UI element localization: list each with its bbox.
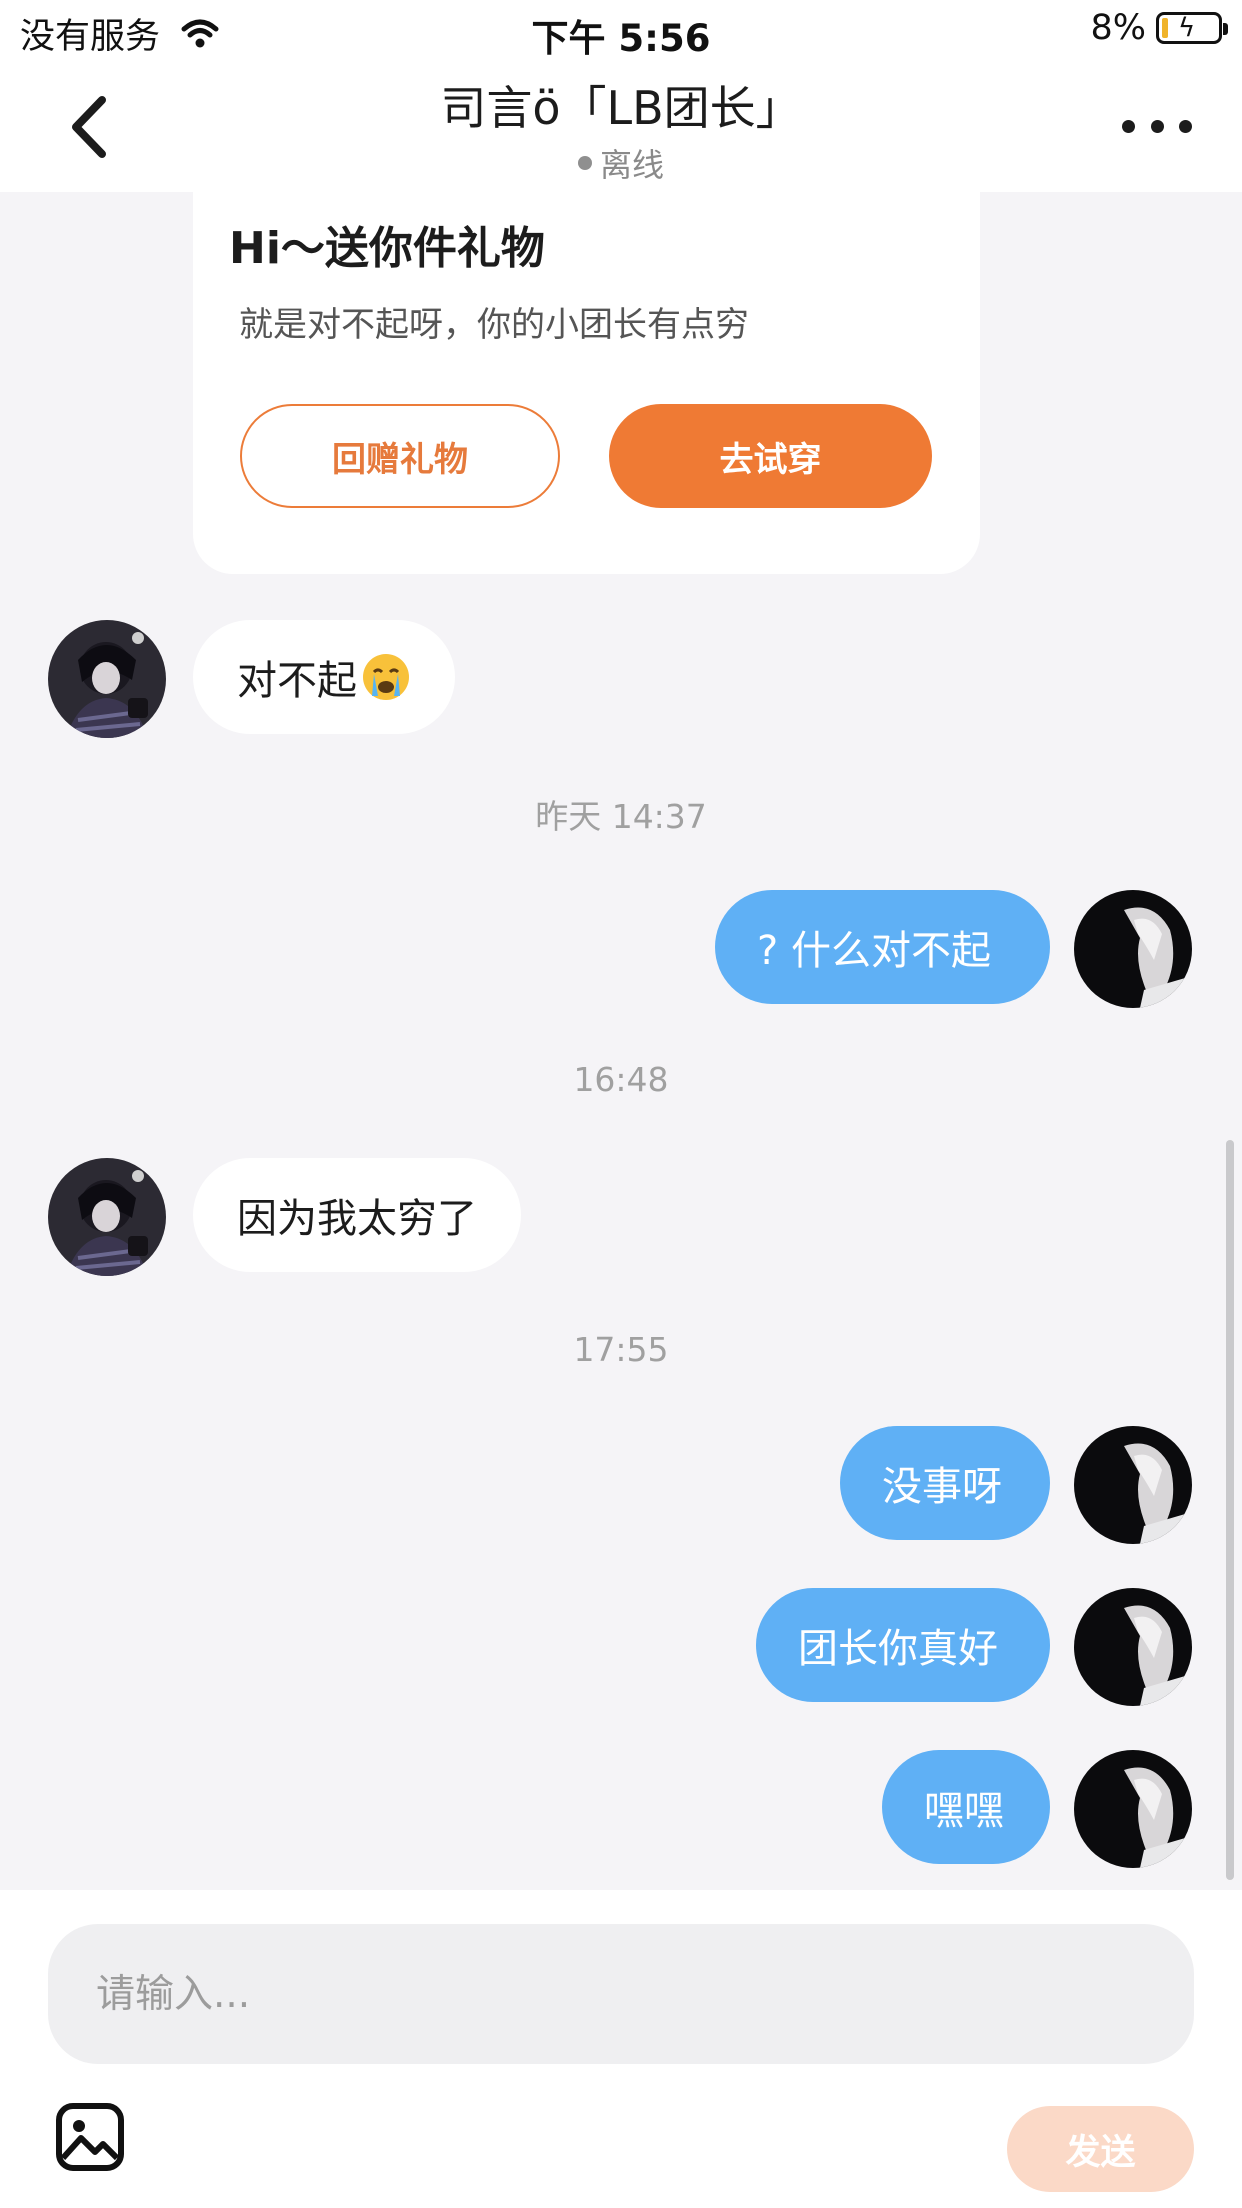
more-dot-icon — [1150, 119, 1164, 133]
image-icon — [56, 2103, 124, 2171]
message-text: 没事呀 — [882, 1464, 1002, 1510]
my-avatar[interactable] — [1074, 1750, 1192, 1868]
try-on-button[interactable]: 去试穿 — [609, 404, 932, 508]
timestamp: 16:48 — [573, 1060, 669, 1099]
message-text: 团长你真好 — [798, 1626, 998, 1672]
message-bubble-sent[interactable]: 团长你真好 — [756, 1588, 1050, 1702]
message-text: ? 什么对不起 — [757, 928, 991, 974]
message-text: 因为我太穷了 — [237, 1196, 477, 1242]
message-input[interactable] — [48, 1924, 1194, 2064]
contact-avatar[interactable] — [48, 1158, 166, 1276]
status-dot — [577, 156, 592, 170]
status-right: 8% ϟ — [1090, 8, 1228, 48]
timestamp: 17:55 — [573, 1330, 669, 1369]
send-button[interactable]: 发送 — [1007, 2106, 1194, 2192]
battery-icon: ϟ — [1156, 12, 1228, 44]
gift-card: Hi～送你件礼物 就是对不起呀，你的小团长有点穷 回赠礼物 去试穿 — [193, 192, 980, 574]
page-title: 司言ö「LB团长」 — [440, 81, 802, 135]
message-bubble-sent[interactable]: ? 什么对不起 — [715, 890, 1050, 1004]
message-text: 对不起 — [237, 658, 357, 704]
return-gift-button[interactable]: 回赠礼物 — [240, 404, 560, 508]
my-avatar[interactable] — [1074, 890, 1192, 1008]
battery-percent: 8% — [1090, 8, 1146, 48]
scrollbar[interactable] — [1226, 1140, 1234, 1880]
message-bubble-sent[interactable]: 没事呀 — [840, 1426, 1050, 1540]
gift-title: Hi～送你件礼物 — [229, 223, 545, 274]
chat-header: 司言ö「LB团长」 离线 — [0, 62, 1242, 192]
more-button[interactable] — [1122, 114, 1192, 138]
status-bar: 没有服务 下午 5:56 8% ϟ — [0, 0, 1242, 62]
status-label: 离线 — [599, 146, 664, 184]
message-bubble-received[interactable]: 对不起 — [193, 620, 455, 734]
gift-subtitle: 就是对不起呀，你的小团长有点穷 — [239, 305, 749, 345]
message-bubble-sent[interactable]: 嘿嘿 — [882, 1750, 1050, 1864]
contact-avatar[interactable] — [48, 620, 166, 738]
message-text: 嘿嘿 — [924, 1788, 1004, 1834]
more-dot-icon — [1179, 119, 1192, 133]
image-picker-button[interactable] — [55, 2102, 125, 2172]
crying-emoji-icon — [363, 654, 409, 700]
status-time: 下午 5:56 — [531, 17, 711, 60]
message-composer: 发送 — [0, 1890, 1242, 2208]
message-bubble-received[interactable]: 因为我太穷了 — [193, 1158, 521, 1272]
my-avatar[interactable] — [1074, 1426, 1192, 1544]
timestamp: 昨天 14:37 — [535, 797, 707, 836]
online-status: 离线 — [0, 140, 1242, 186]
more-dot-icon — [1122, 119, 1135, 133]
my-avatar[interactable] — [1074, 1588, 1192, 1706]
